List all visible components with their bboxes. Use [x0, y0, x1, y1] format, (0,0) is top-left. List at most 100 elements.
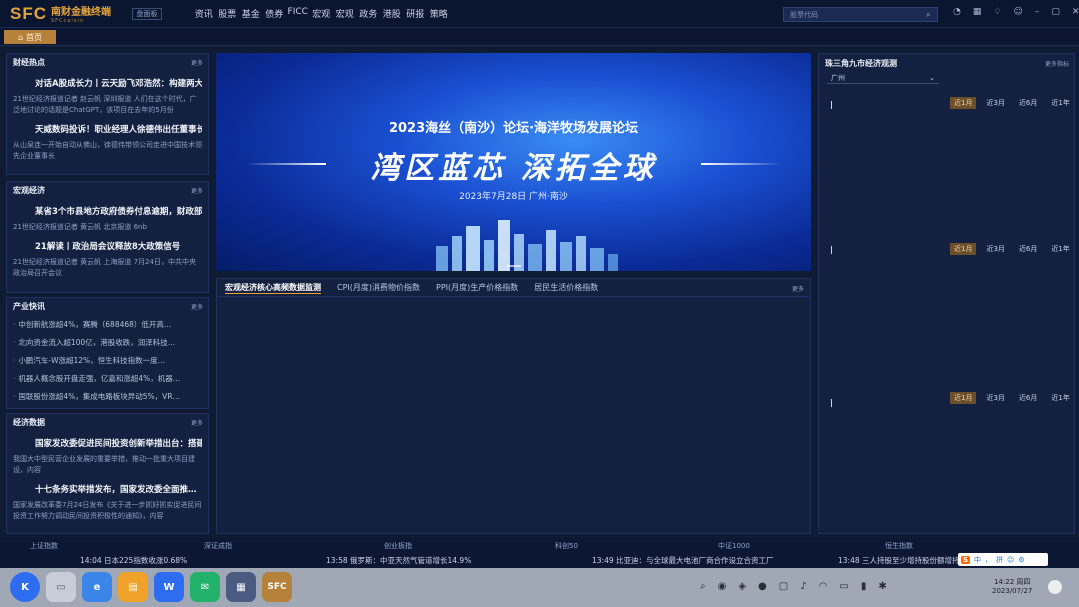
more-link[interactable]: 更多: [191, 418, 203, 427]
nav-item-10[interactable]: 策略: [427, 7, 451, 20]
city-skyline-image: [436, 220, 618, 271]
range-3m[interactable]: 近3月: [982, 243, 1008, 255]
list-item[interactable]: 北向资金流入超100亿，港股收跌，润泽科技…: [13, 334, 202, 352]
ticker-index[interactable]: 上证指数: [30, 541, 58, 551]
screenshot-icon[interactable]: ▢: [779, 581, 788, 592]
search-input[interactable]: 股票代码: [790, 10, 818, 20]
promo-banner[interactable]: 2023海丝（南沙）论坛·海洋牧场发展论坛 湾区蓝芯 深拓全球 2023年7月2…: [216, 53, 811, 271]
grid-icon[interactable]: ▦: [973, 7, 982, 17]
ticker-index[interactable]: 科创50: [555, 541, 578, 551]
ime-toolbar[interactable]: S 中 ， 拼 ☺ ⚙: [958, 553, 1048, 566]
image-viewer-icon[interactable]: ▦: [226, 572, 256, 602]
more-link[interactable]: 更多: [792, 284, 804, 293]
news-headline[interactable]: 21解读丨政治局会议释放8大政策信号: [13, 240, 202, 252]
search-icon[interactable]: ⌕: [700, 581, 706, 592]
sfc-app-icon[interactable]: SFC: [262, 572, 292, 602]
news-headline[interactable]: 十七条务实举措发布，国家发改委全面推…: [13, 483, 202, 495]
news-headline[interactable]: 对话A股成长力丨云天励飞邓浩然：构建两大…: [13, 77, 202, 89]
battery-icon[interactable]: ▮: [861, 581, 867, 592]
nav-item-4[interactable]: FICC: [286, 7, 310, 20]
record-icon[interactable]: ◉: [718, 581, 727, 592]
tab-resident-price[interactable]: 居民生活价格指数: [534, 282, 598, 293]
ticker-news[interactable]: 13:48 三人持股至少增持股份额增持: [838, 555, 960, 566]
search-box[interactable]: 股票代码 ⌕: [783, 7, 938, 22]
range-3m[interactable]: 近3月: [982, 392, 1008, 404]
news-headline[interactable]: 国家发改委促进民间投资创新举措出台：搭建…: [13, 437, 202, 449]
files-icon[interactable]: ▭: [46, 572, 76, 602]
range-1y[interactable]: 近1年: [1047, 392, 1073, 404]
dot-icon[interactable]: ●: [758, 581, 767, 592]
user-icon[interactable]: ☺: [1013, 7, 1022, 17]
nav-item-9[interactable]: 研报: [404, 7, 428, 20]
nav-item-1[interactable]: 股票: [216, 7, 240, 20]
ime-pinyin[interactable]: 拼: [996, 555, 1003, 565]
news-desc: 21世纪经济报道记者 黄云帆 上海报道 7月24日，中共中央政治局召开会议: [13, 258, 196, 277]
news-headline[interactable]: 某省3个市县地方政府债券付息逾期，财政部…: [13, 205, 202, 217]
app-logo[interactable]: SFC 南财金融终端 SFCcaixin: [0, 3, 132, 25]
range-6m[interactable]: 近6月: [1015, 392, 1041, 404]
maximize-icon[interactable]: ▢: [1051, 7, 1060, 17]
tab-ppi[interactable]: PPI(月度)生产价格指数: [436, 282, 518, 293]
tab-core-monitor[interactable]: 宏观经济核心高频数据监测: [225, 282, 321, 294]
list-item[interactable]: 小鹏汽车-W涨超12%，恒生科技指数一度…: [13, 352, 202, 370]
more-link[interactable]: 更多: [191, 186, 203, 195]
ticker-index[interactable]: 中证1000: [718, 541, 750, 551]
volume-icon[interactable]: ♪: [800, 581, 806, 592]
list-item[interactable]: 国联股份涨超4%，集成电路板块异动5%，VR…: [13, 388, 202, 406]
more-link[interactable]: 更多指标: [1045, 59, 1069, 68]
ticker-index[interactable]: 创业板指: [384, 541, 412, 551]
nav-item-0[interactable]: 资讯: [192, 7, 216, 20]
nav-item-7[interactable]: 政务: [357, 7, 381, 20]
ime-mode[interactable]: 中: [974, 555, 981, 565]
range-6m[interactable]: 近6月: [1015, 97, 1041, 109]
search-icon[interactable]: ⌕: [926, 10, 931, 20]
list-item[interactable]: 机器人概念股开盘走强，亿嘉和涨超4%，机器…: [13, 370, 202, 388]
range-3m[interactable]: 近3月: [982, 97, 1008, 109]
range-1m[interactable]: 近1月: [950, 97, 977, 109]
close-icon[interactable]: ✕: [1072, 7, 1079, 17]
ticker-index[interactable]: 恒生指数: [885, 541, 913, 551]
range-1m[interactable]: 近1月: [950, 392, 977, 404]
nav-item-6[interactable]: 宏观: [333, 7, 357, 20]
city-select[interactable]: 广州 ⌄: [827, 72, 939, 84]
list-item[interactable]: 中创新航涨超4%，赛腾（688468）低开高…: [13, 316, 202, 334]
wifi-icon[interactable]: ◠: [819, 581, 828, 592]
system-clock[interactable]: 14:22 周四 2023/07/27: [992, 578, 1032, 596]
app-tray-icon[interactable]: ◈: [738, 581, 746, 592]
range-1m[interactable]: 近1月: [950, 243, 977, 255]
ime-emoji-icon[interactable]: ☺: [1007, 556, 1014, 564]
ticker-index[interactable]: 深证成指: [204, 541, 232, 551]
mail-icon[interactable]: ✉: [190, 572, 220, 602]
more-link[interactable]: 更多: [191, 302, 203, 311]
banner-slogan: 湾区蓝芯 深拓全球: [370, 151, 657, 186]
sogou-icon[interactable]: S: [961, 555, 971, 564]
range-1y[interactable]: 近1年: [1047, 97, 1073, 109]
nav-item-3[interactable]: 债券: [263, 7, 287, 20]
theme-icon[interactable]: [1048, 580, 1062, 594]
minimize-icon[interactable]: –: [1035, 7, 1040, 17]
board-select[interactable]: 盘面板: [132, 7, 162, 20]
more-link[interactable]: 更多: [191, 58, 203, 67]
tab-home[interactable]: ⌂ 首页: [4, 30, 56, 44]
notes-icon[interactable]: ▤: [118, 572, 148, 602]
bell-icon[interactable]: ♢: [993, 7, 1001, 17]
nav-item-2[interactable]: 基金: [239, 7, 263, 20]
headset-icon[interactable]: ◔: [953, 7, 961, 17]
keyboard-icon[interactable]: ▭: [839, 581, 848, 592]
range-1y[interactable]: 近1年: [1047, 243, 1073, 255]
range-6m[interactable]: 近6月: [1015, 243, 1041, 255]
news-headline[interactable]: 天威数码投诉！职业经理人徐德伟出任董事长…: [13, 123, 202, 135]
ticker-news[interactable]: 14:04 日本225指数收涨0.68%: [80, 555, 187, 566]
ticker-news[interactable]: 13:49 比亚迪：与全球最大电池厂商合作设立合资工厂: [592, 555, 774, 566]
launcher-icon[interactable]: K: [10, 572, 40, 602]
ime-settings-icon[interactable]: ⚙: [1018, 556, 1024, 564]
ticker-news[interactable]: 13:58 俄罗斯：中亚天然气管道增长14.9%: [326, 555, 471, 566]
wps-icon[interactable]: W: [154, 572, 184, 602]
banner-pager[interactable]: [216, 265, 811, 267]
nav-item-5[interactable]: 宏观: [310, 7, 334, 20]
nav-item-8[interactable]: 港股: [380, 7, 404, 20]
bluetooth-icon[interactable]: ✱: [878, 581, 886, 592]
tab-cpi[interactable]: CPI(月度)消费物价指数: [337, 282, 420, 293]
ime-punct[interactable]: ，: [985, 555, 992, 565]
browser-icon[interactable]: e: [82, 572, 112, 602]
